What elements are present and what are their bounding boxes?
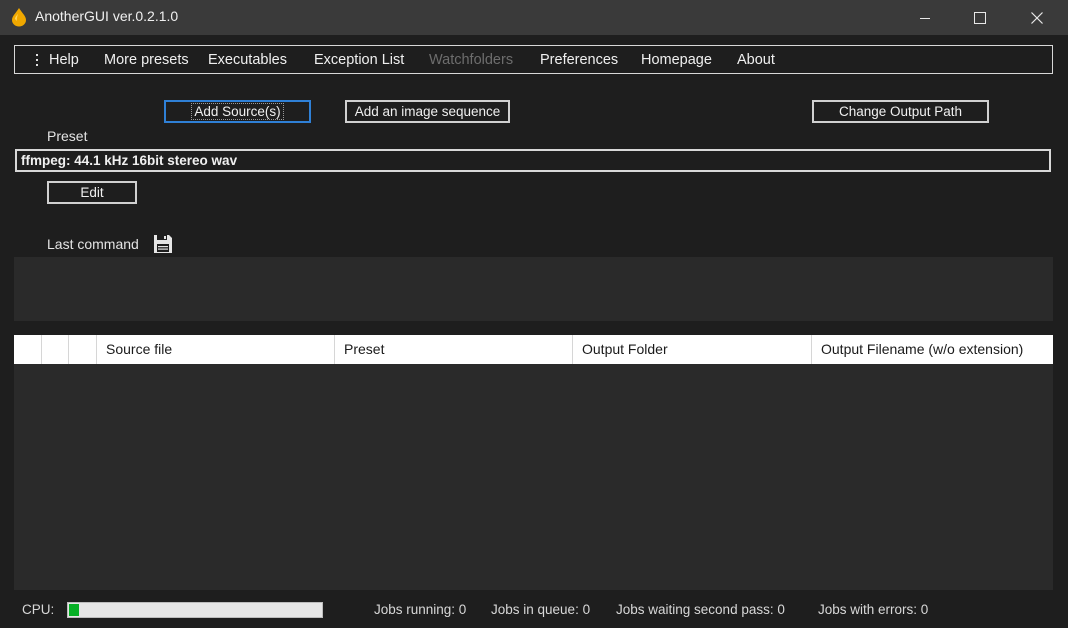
add-sources-button[interactable]: Add Source(s) — [164, 100, 311, 123]
menu-help[interactable]: Help — [49, 52, 79, 68]
menu-more-presets[interactable]: More presets — [104, 52, 189, 68]
menu-grip-icon[interactable] — [35, 54, 39, 66]
job-table[interactable]: Source file Preset Output Folder Output … — [14, 335, 1053, 590]
add-image-sequence-button[interactable]: Add an image sequence — [345, 100, 510, 123]
cpu-progress-fill — [69, 604, 79, 616]
app-droplet-icon — [12, 8, 26, 27]
preset-dropdown[interactable]: ffmpeg: 44.1 kHz 16bit stereo wav — [15, 149, 1051, 172]
jobs-errors-status: Jobs with errors: 0 — [818, 602, 929, 617]
change-output-path-button[interactable]: Change Output Path — [812, 100, 989, 123]
menu-watchfolders: Watchfolders — [429, 52, 514, 68]
column-header-blank-1[interactable] — [14, 335, 42, 364]
edit-preset-button[interactable]: Edit — [47, 181, 137, 204]
minimize-button[interactable] — [902, 0, 948, 35]
jobs-in-queue-status: Jobs in queue: 0 — [491, 602, 591, 617]
close-icon — [1031, 11, 1043, 24]
last-command-label: Last command — [47, 236, 139, 252]
column-header-output-filename[interactable]: Output Filename (w/o extension) — [812, 335, 1053, 364]
add-sources-label: Add Source(s) — [191, 103, 284, 120]
maximize-button[interactable] — [957, 0, 1003, 35]
maximize-icon — [974, 11, 986, 24]
last-command-textbox[interactable] — [14, 257, 1053, 321]
column-header-output-folder[interactable]: Output Folder — [573, 335, 812, 364]
column-header-preset[interactable]: Preset — [335, 335, 573, 364]
menu-bar: Help More presets Executables Exception … — [14, 45, 1053, 74]
preset-label: Preset — [47, 128, 88, 144]
close-button[interactable] — [1014, 0, 1060, 35]
jobs-running-status: Jobs running: 0 — [374, 602, 467, 617]
column-header-blank-2[interactable] — [42, 335, 69, 364]
title-bar[interactable]: AnotherGUI ver.0.2.1.0 — [0, 0, 1068, 35]
cpu-label: CPU: — [22, 602, 55, 617]
menu-preferences[interactable]: Preferences — [540, 52, 618, 68]
column-header-source-file[interactable]: Source file — [97, 335, 335, 364]
menu-about[interactable]: About — [737, 52, 775, 68]
minimize-icon — [920, 17, 930, 19]
save-icon[interactable] — [153, 234, 173, 254]
preset-value: ffmpeg: 44.1 kHz 16bit stereo wav — [21, 153, 238, 168]
cpu-progress-bar — [67, 602, 323, 618]
menu-homepage[interactable]: Homepage — [641, 52, 712, 68]
window-title: AnotherGUI ver.0.2.1.0 — [35, 8, 179, 24]
job-table-header: Source file Preset Output Folder Output … — [14, 335, 1053, 364]
jobs-waiting-status: Jobs waiting second pass: 0 — [616, 602, 785, 617]
menu-executables[interactable]: Executables — [208, 52, 287, 68]
menu-exception-list[interactable]: Exception List — [314, 52, 404, 68]
column-header-blank-3[interactable] — [69, 335, 97, 364]
